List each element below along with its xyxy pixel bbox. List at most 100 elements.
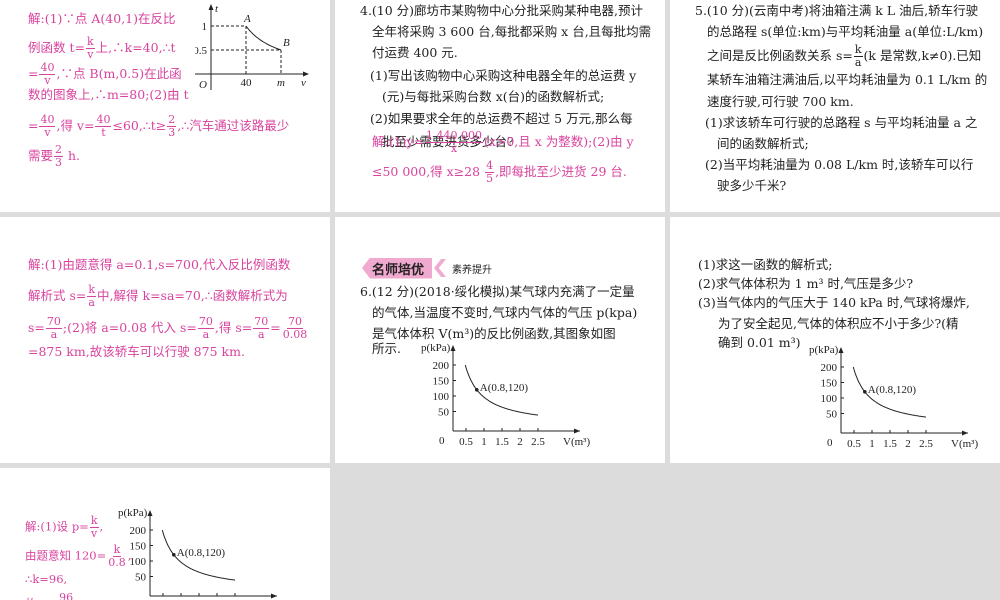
y-axis-label: p(kPa) bbox=[118, 507, 148, 519]
text-run: ∴k=96, bbox=[25, 572, 68, 586]
text-run: 解:(1)∵点 A(40,1)在反比 bbox=[28, 11, 176, 26]
denominator: a bbox=[257, 328, 265, 341]
numerator: 96 bbox=[58, 592, 74, 600]
point-a-label: A(0.8,120) bbox=[480, 382, 529, 394]
fraction: ka bbox=[853, 44, 863, 69]
text-run: 6.(12 分)(2018·绥化模拟)某气球内充满了一定量 bbox=[360, 284, 635, 299]
y-tick-label: 200 bbox=[130, 525, 147, 537]
text-run: = bbox=[28, 66, 39, 81]
chevron-icon bbox=[434, 259, 447, 277]
origin-label: O bbox=[199, 79, 207, 91]
y-axis-arrow-icon bbox=[838, 347, 844, 353]
text-line: (1)写出该购物中心采购这种电器全年的总运费 y bbox=[370, 69, 636, 83]
text-run: 间的函数解析式; bbox=[717, 136, 809, 151]
text-run: ;(2)将 a=0.08 代入 s= bbox=[62, 320, 197, 335]
fraction: 40 t bbox=[95, 114, 112, 139]
fraction: kv bbox=[85, 36, 95, 61]
slide-7: 解:(1)设 p=kv,由题意知 120=k0.8,∴k=96,故 p=96v … bbox=[0, 468, 330, 600]
slide-3: 5.(10 分)(云南中考)将油箱注满 k L 油后,轿车行驶的总路程 s(单位… bbox=[670, 0, 1000, 212]
fraction: 23 bbox=[167, 114, 177, 139]
text-run: 解:(1)由题意得 a=0.1,s=700,代入反比例函数 bbox=[28, 257, 291, 272]
origin-label: 0 bbox=[439, 435, 445, 447]
text-run: (2)当平均耗油量为 0.08 L/km 时,该轿车可以行 bbox=[705, 157, 974, 172]
x-axis-label: V(m³) bbox=[563, 436, 590, 448]
banner-subtitle: 素养提升 bbox=[452, 264, 493, 276]
text-line: (元)与每批采购台数 x(台)的函数解析式; bbox=[382, 90, 604, 104]
fraction: kv bbox=[89, 515, 99, 540]
point-a bbox=[863, 390, 867, 394]
text-line: s= 70 a ;(2)将 a=0.08 代入 s= 70 a ,得 s= 70 a = 70 0.0… bbox=[28, 316, 309, 341]
text-run: 所示. bbox=[372, 341, 401, 356]
x-tick-label: 1.5 bbox=[883, 438, 897, 450]
fraction: 1 440 000 x bbox=[424, 130, 483, 155]
text-line: 的气体,当温度不变时,气球内气体的气压 p(kpa) bbox=[372, 306, 637, 320]
text-line: 速度行驶,可行驶 700 km. bbox=[707, 95, 854, 109]
x-tick-label: 2.5 bbox=[919, 438, 933, 450]
denominator: 3 bbox=[55, 156, 63, 169]
text-line: 解:(1)由题意得 a=0.1,s=700,代入反比例函数 bbox=[28, 258, 290, 272]
denominator: a bbox=[202, 328, 210, 341]
fraction: 23 bbox=[54, 144, 64, 169]
text-run: (1)求该轿车可行驶的总路程 s 与平均耗油量 a 之 bbox=[705, 115, 978, 130]
text-run: 上,∴k=40,∴t bbox=[95, 40, 176, 55]
fraction: 70 a bbox=[253, 316, 270, 341]
text-line: (1)求这一函数的解析式; bbox=[698, 258, 832, 272]
text-line: 全年将采购 3 600 台,每批都采购 x 台,且每批均需 bbox=[372, 25, 651, 39]
text-run: ,得 s= bbox=[214, 320, 253, 335]
denominator: v bbox=[44, 126, 51, 139]
denominator: 5 bbox=[486, 172, 494, 185]
text-line: 付运费 400 元. bbox=[372, 46, 458, 60]
text-run: (1)求这一函数的解析式; bbox=[698, 257, 833, 272]
text-run: 速度行驶,可行驶 700 km. bbox=[707, 94, 854, 109]
fraction: 70 a bbox=[197, 316, 214, 341]
text-line: 解:(1)设 p= k v, bbox=[25, 515, 103, 540]
text-run: (2)如果要求全年的总运费不超过 5 万元,那么每 bbox=[370, 111, 633, 126]
text-line: 5.(10 分)(云南中考)将油箱注满 k L 油后,轿车行驶 bbox=[695, 4, 978, 18]
x-tick-label: 1.5 bbox=[495, 436, 509, 448]
y-tick-label: 0.5 bbox=[195, 45, 208, 57]
fraction: 70 0.08 bbox=[282, 316, 309, 341]
point-a-label: A(0.8,120) bbox=[177, 547, 226, 559]
denominator: t bbox=[101, 126, 106, 139]
banner-title: 名师培优 bbox=[362, 257, 433, 279]
slide-6: (1)求这一函数的解析式; (2)求气体体积为 1 m³ 时,气压是多少? (3)当… bbox=[670, 217, 1000, 463]
denominator: v bbox=[87, 48, 94, 61]
fraction: 40 v bbox=[39, 114, 56, 139]
text-run: 解析式 s= bbox=[28, 288, 87, 303]
y-axis-label: p(kPa) bbox=[421, 342, 451, 354]
y-tick-label: 150 bbox=[433, 376, 450, 388]
point-a-label: A(0.8,120) bbox=[868, 384, 917, 396]
text-line: = 40 v ,∵点 B(m,0.5)在此函 bbox=[28, 62, 182, 87]
y-tick-label: 150 bbox=[821, 378, 838, 390]
x-tick-label: 1 bbox=[869, 438, 875, 450]
text-line: (3)当气体内的气压大于 140 kPa 时,气球将爆炸, bbox=[698, 296, 970, 310]
y-axis-label: t bbox=[215, 3, 219, 15]
text-line: 所示. bbox=[372, 342, 401, 356]
p-v-graph: p(kPa)V(m³)0200150100500.511.522.5A(0.8,… bbox=[421, 342, 590, 448]
x-axis-arrow-icon bbox=[303, 71, 309, 77]
text-line: 为了安全起见,气体的体积应不小于多少?(精 bbox=[718, 317, 959, 331]
p-v-graph: p(kPa)V(m³)0200150100500.511.522.5A(0.8,… bbox=[809, 344, 978, 450]
p-v-graph: p(kPa)V(m³)0200150100500.511.522.5A(0.8,… bbox=[118, 507, 277, 599]
text-run: ,∴汽车通过该路最少 bbox=[177, 118, 290, 133]
x-axis-label: v bbox=[301, 77, 306, 89]
denominator: a bbox=[854, 56, 862, 69]
slide-5: 名师培优 素养提升 6.(12 分)(2018·绥化模拟)某气球内充满了一定量的… bbox=[335, 217, 665, 463]
text-run: (2)求气体体积为 1 m³ 时,气压是多少? bbox=[698, 276, 914, 291]
slide-2: 4.(10 分)廊坊市某购物中心分批采购某种电器,预计全年将采购 3 600 台… bbox=[335, 0, 665, 212]
y-axis-label: p(kPa) bbox=[809, 344, 839, 356]
dashed-guides bbox=[211, 25, 282, 74]
t-v-graph: t v O 1 0.5 40 m A B bbox=[195, 3, 309, 91]
x-axis-arrow-icon bbox=[574, 428, 580, 434]
text-line: 数的图象上,∴m=80;(2)由 t bbox=[28, 88, 189, 102]
fraction: 96v bbox=[58, 592, 74, 600]
section-banner: 名师培优 素养提升 bbox=[362, 257, 493, 279]
text-run: 的总路程 s(单位:km)与平均耗油量 a(单位:L/km) bbox=[707, 24, 984, 39]
text-run: ,∵点 B(m,0.5)在此函 bbox=[56, 66, 182, 81]
text-run: h. bbox=[64, 148, 81, 163]
text-line: 4.(10 分)廊坊市某购物中心分批采购某种电器,预计 bbox=[360, 4, 643, 18]
denominator: a bbox=[50, 328, 58, 341]
text-run: =875 km,故该轿车可以行驶 875 km. bbox=[28, 344, 245, 359]
x-tick-label: 2 bbox=[905, 438, 911, 450]
text-run: 确到 0.01 m³) bbox=[718, 335, 801, 350]
